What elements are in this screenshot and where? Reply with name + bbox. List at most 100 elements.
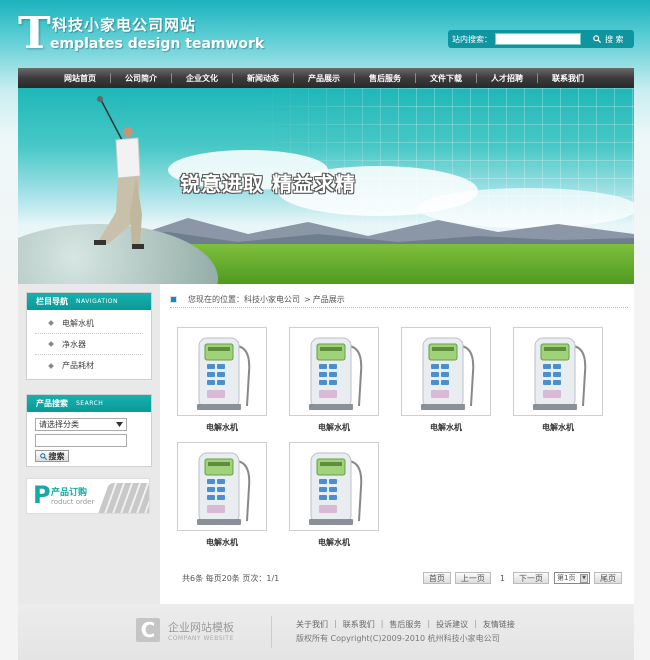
product-search-title: 产品搜索 xyxy=(36,399,68,408)
nav-divider xyxy=(110,73,111,83)
hero-banner: 锐意进取 精益求精 xyxy=(18,88,634,284)
footer-link-separator: | xyxy=(474,619,477,628)
nav-divider xyxy=(354,73,355,83)
product-name: 电解水机 xyxy=(318,423,350,432)
nav-contact[interactable]: 联系我们 xyxy=(552,73,584,84)
site-search-button[interactable]: 搜 索 xyxy=(593,34,624,45)
product-name: 电解水机 xyxy=(430,423,462,432)
nav-box-header: 栏目导航 NAVIGATION xyxy=(27,293,151,310)
product-image xyxy=(401,327,491,416)
sidebar: 栏目导航 NAVIGATION 电解水机 净水器 产品耗材 产品搜索 SEARC… xyxy=(18,284,160,604)
nav-divider xyxy=(476,73,477,83)
site-search-input[interactable] xyxy=(495,33,581,45)
nav-products[interactable]: 产品展示 xyxy=(308,73,340,84)
site-subtitle: emplates design teamwork xyxy=(50,36,265,52)
keyboard-image xyxy=(96,483,149,513)
nav-news[interactable]: 新闻动态 xyxy=(247,73,279,84)
category-item[interactable]: 净水器 xyxy=(35,334,143,355)
product-search-button[interactable]: 搜索 xyxy=(35,450,69,462)
footer-logo: C 企业网站模板 COMPANY WEBSITE xyxy=(136,618,234,642)
product-keyword-input[interactable] xyxy=(35,434,127,447)
breadcrumb-current: 产品展示 xyxy=(312,295,345,304)
product-name: 电解水机 xyxy=(542,423,574,432)
page-select-value: 第1页 xyxy=(557,574,576,582)
chevron-down-icon xyxy=(116,422,123,427)
nav-about[interactable]: 公司简介 xyxy=(125,73,157,84)
nav-culture[interactable]: 企业文化 xyxy=(186,73,218,84)
category-item[interactable]: 产品耗材 xyxy=(35,355,143,376)
order-title: 产品订购 xyxy=(51,488,88,498)
footer-link-feedback[interactable]: 投诉建议 xyxy=(436,619,468,630)
order-title-en: roduct order xyxy=(51,498,95,506)
chevron-down-icon: ▼ xyxy=(580,573,588,583)
order-mark: P xyxy=(33,481,51,509)
category-select[interactable]: 请选择分类 xyxy=(35,418,127,431)
site-search-label: 站内搜索： xyxy=(452,34,492,44)
category-item-label: 产品耗材 xyxy=(62,361,94,370)
nav-box-title-en: NAVIGATION xyxy=(76,298,119,305)
breadcrumb-prefix: 您现在的位置： xyxy=(188,295,244,304)
product-card[interactable]: 电解水机 xyxy=(289,327,379,435)
footer-links: 关于我们 | 联系我们 | 售后服务 | 投诉建议 | 友情链接 xyxy=(296,619,515,630)
breadcrumb-separator: > xyxy=(304,295,311,304)
product-order-banner[interactable]: P 产品订购 roduct order xyxy=(26,478,150,514)
category-item-label: 电解水机 xyxy=(62,318,94,328)
main-nav: 网站首页 公司简介 企业文化 新闻动态 产品展示 售后服务 文件下载 人才招聘 … xyxy=(18,68,634,88)
category-item[interactable]: 电解水机 xyxy=(35,313,143,334)
footer-copyright: 版权所有 Copyright(C)2009-2010 杭州科技小家电公司 xyxy=(296,634,500,643)
nav-divider xyxy=(232,73,233,83)
nav-service[interactable]: 售后服务 xyxy=(369,73,401,84)
footer-link-contact[interactable]: 联系我们 xyxy=(343,619,375,630)
footer-logo-subtitle: COMPANY WEBSITE xyxy=(168,634,234,642)
nav-home[interactable]: 网站首页 xyxy=(64,73,96,84)
product-search-title-en: SEARCH xyxy=(76,400,104,407)
footer: C 企业网站模板 COMPANY WEBSITE 关于我们 | 联系我们 | 售… xyxy=(18,604,634,660)
footer-divider xyxy=(271,616,272,648)
nav-download[interactable]: 文件下载 xyxy=(430,73,462,84)
logo-mark: T xyxy=(18,8,51,59)
pagination: 共6条 每页20条 页次：1/1 首页 上一页 1 下一页 第1页 ▼ 尾页 xyxy=(182,571,622,585)
bullet-icon xyxy=(48,320,54,326)
nav-box: 栏目导航 NAVIGATION 电解水机 净水器 产品耗材 xyxy=(26,292,152,380)
nav-divider xyxy=(171,73,172,83)
product-name: 电解水机 xyxy=(206,538,238,547)
footer-logo-mark: C xyxy=(136,618,160,642)
footer-link-separator: | xyxy=(427,619,431,628)
search-icon xyxy=(593,35,601,43)
pagination-controls: 首页 上一页 1 下一页 第1页 ▼ 尾页 xyxy=(419,572,622,584)
bullet-icon xyxy=(48,341,54,347)
product-image xyxy=(177,442,267,531)
search-icon xyxy=(39,452,47,460)
product-search-button-label: 搜索 xyxy=(48,451,65,461)
nav-jobs[interactable]: 人才招聘 xyxy=(491,73,523,84)
location-icon xyxy=(170,296,177,303)
current-page-number[interactable]: 1 xyxy=(496,574,509,583)
product-card[interactable]: 电解水机 xyxy=(513,327,603,435)
banner-slogan: 锐意进取 精益求精 xyxy=(180,172,356,196)
golfer-figure xyxy=(94,96,144,249)
page-select[interactable]: 第1页 ▼ xyxy=(554,572,590,584)
first-page-button[interactable]: 首页 xyxy=(422,572,451,584)
nav-divider xyxy=(293,73,294,83)
footer-link-friends[interactable]: 友情链接 xyxy=(483,619,515,630)
bullet-icon xyxy=(48,362,54,369)
product-card[interactable]: 电解水机 xyxy=(177,442,267,550)
prev-page-button[interactable]: 上一页 xyxy=(454,572,491,584)
site-search-button-label: 搜 索 xyxy=(605,34,624,44)
footer-link-about[interactable]: 关于我们 xyxy=(296,619,328,630)
product-card[interactable]: 电解水机 xyxy=(177,327,267,435)
product-image xyxy=(289,442,379,531)
product-image xyxy=(177,327,267,416)
footer-link-separator: | xyxy=(334,619,337,628)
last-page-button[interactable]: 尾页 xyxy=(594,572,622,584)
footer-link-service[interactable]: 售后服务 xyxy=(389,619,421,630)
site-logo[interactable]: T 科技小家电公司网站 emplates design teamwork xyxy=(18,8,264,59)
next-page-button[interactable]: 下一页 xyxy=(513,572,549,584)
product-card[interactable]: 电解水机 xyxy=(289,442,379,550)
product-name: 电解水机 xyxy=(206,423,238,432)
main-content: 您现在的位置： 科技小家电公司 > 产品展示 电解水机 电解水机 电解水机 电解… xyxy=(160,284,634,604)
site-title: 科技小家电公司网站 xyxy=(52,16,197,34)
site-search-bar: 站内搜索： 搜 索 xyxy=(448,30,634,48)
breadcrumb-home[interactable]: 科技小家电公司 xyxy=(244,294,300,305)
product-card[interactable]: 电解水机 xyxy=(401,327,491,435)
